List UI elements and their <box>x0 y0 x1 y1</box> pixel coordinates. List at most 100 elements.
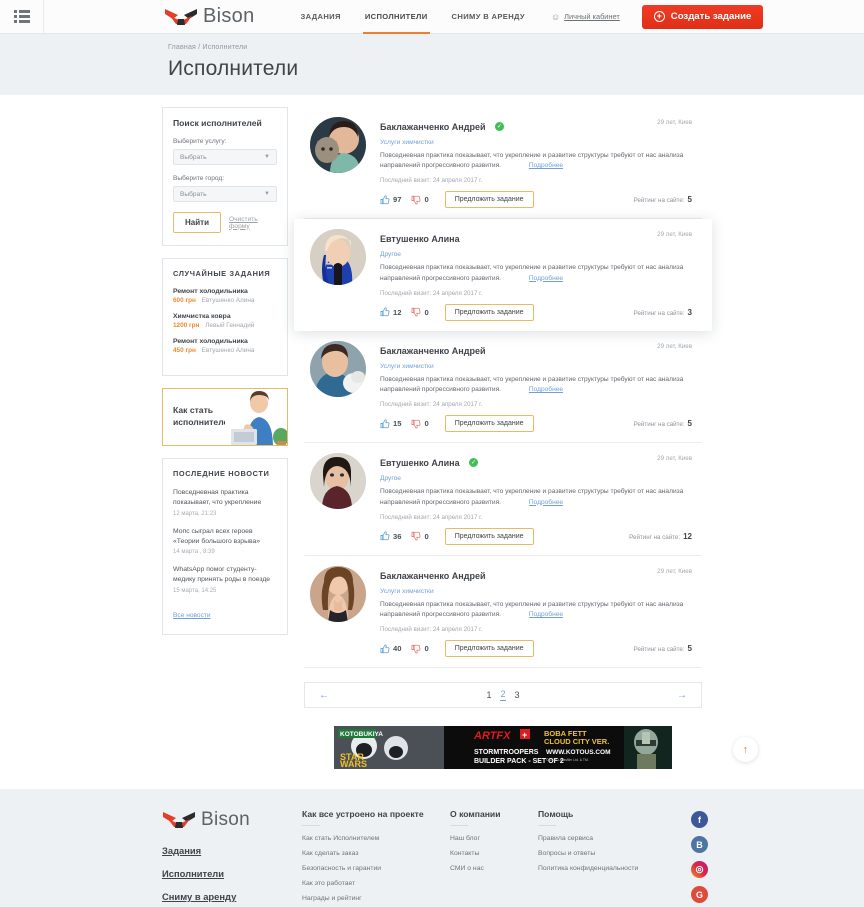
nav-item-performers[interactable]: ИСПОЛНИТЕЛИ <box>353 0 440 34</box>
footer-link[interactable]: Как это работает <box>302 880 450 887</box>
like-control[interactable]: 36 <box>380 531 401 541</box>
page-2[interactable]: 2 <box>500 689 506 702</box>
nav-item-rent[interactable]: СНИМУ В АРЕНДУ <box>440 0 537 34</box>
footer-logo[interactable]: Bison <box>162 809 302 831</box>
performer-card[interactable]: Баклажанченко Андрей 29 лет, Киев Услуги… <box>304 556 702 669</box>
performer-card[interactable]: Евтушенко Алина ✓ 29 лет, Киев Другое По… <box>304 443 702 556</box>
all-news-link[interactable]: Все новости <box>173 612 211 619</box>
personal-cabinet-link[interactable]: ☺ Личный кабинет <box>551 12 620 22</box>
become-performer-banner[interactable]: Как стать исполнителем? <box>162 388 288 446</box>
user-icon: ☺ <box>550 11 561 22</box>
performer-card[interactable]: Баклажанченко Андрей 29 лет, Киев Услуги… <box>304 331 702 444</box>
performer-last-visit: Последний визит: 24 апреля 2017 г. <box>380 626 483 634</box>
google-plus-icon[interactable]: G <box>691 886 708 904</box>
footer-link[interactable]: Политика конфиденциальности <box>538 865 686 872</box>
footer-link[interactable]: Наш блог <box>450 835 538 842</box>
site-logo[interactable]: Bison <box>164 5 255 28</box>
offer-task-button[interactable]: Предложить задание <box>444 415 534 433</box>
performer-category[interactable]: Услуги химчистки <box>380 363 692 370</box>
list-menu-icon[interactable] <box>0 0 44 34</box>
offer-task-button[interactable]: Предложить задание <box>444 191 534 209</box>
breadcrumb-home[interactable]: Главная <box>168 44 196 51</box>
clear-form-link[interactable]: Очистить форму <box>229 216 277 230</box>
footer-link[interactable]: Как стать Исполнителем <box>302 835 450 842</box>
more-link[interactable]: Подробнее <box>529 162 563 169</box>
footer-link-tasks[interactable]: Задания <box>162 845 302 856</box>
news-item-date: 12 марта, 21:23 <box>173 510 217 517</box>
dislike-control[interactable]: 0 <box>411 531 429 541</box>
dislike-count: 0 <box>424 195 429 205</box>
task-price: 1200 грн <box>173 322 200 329</box>
sidebar: Поиск исполнителей Выберите услугу: Выбр… <box>162 107 288 769</box>
more-link[interactable]: Подробнее <box>529 499 563 506</box>
performer-category[interactable]: Услуги химчистки <box>380 139 692 146</box>
like-control[interactable]: 40 <box>380 644 401 654</box>
more-link[interactable]: Подробнее <box>529 611 563 618</box>
footer-link[interactable]: Награды и рейтинг <box>302 895 450 902</box>
footer-link[interactable]: Как сделать заказ <box>302 850 450 857</box>
footer-link[interactable]: Вопросы и ответы <box>538 850 686 857</box>
random-task-item[interactable]: Химчистка ковра 1200 грн Левый Геннадий <box>173 313 277 329</box>
dislike-count: 0 <box>424 531 429 541</box>
page-title: Исполнители <box>168 57 299 80</box>
vk-icon[interactable]: B <box>691 836 708 854</box>
like-control[interactable]: 12 <box>380 307 401 317</box>
promo-illustration <box>225 389 287 445</box>
footer-link[interactable]: Правила сервиса <box>538 835 686 842</box>
create-task-button[interactable]: + Создать задание <box>641 4 764 29</box>
offer-task-button[interactable]: Предложить задание <box>444 303 534 321</box>
scroll-to-top-button[interactable]: ↑ <box>733 737 758 762</box>
random-task-item[interactable]: Ремонт холодильника 600 грн Евтушенко Ал… <box>173 288 277 304</box>
page-3[interactable]: 3 <box>515 690 520 700</box>
facebook-icon[interactable]: f <box>691 811 708 829</box>
performer-card[interactable]: Евтушенко Алина 29 лет, Киев Другое Повс… <box>294 219 712 331</box>
footer-link-performers[interactable]: Исполнители <box>162 868 302 879</box>
chevron-down-icon: ▼ <box>264 191 270 197</box>
performer-last-visit: Последний визит: 24 апреля 2017 г. <box>380 401 483 409</box>
news-item[interactable]: Повседневная практика показывает, что ук… <box>173 488 277 517</box>
footer-column-title: Помощь <box>538 809 686 826</box>
service-select[interactable]: Выбрать ▼ <box>173 149 277 165</box>
svg-text:WWW.KOTOUS.COM: WWW.KOTOUS.COM <box>546 749 611 756</box>
like-count: 40 <box>393 644 402 654</box>
more-link[interactable]: Подробнее <box>529 275 563 282</box>
arrow-right-icon[interactable]: → <box>677 690 687 701</box>
site-rating-value: 12 <box>683 531 692 541</box>
dislike-control[interactable]: 0 <box>411 419 429 429</box>
verified-badge-icon: ✓ <box>469 458 479 468</box>
performer-category[interactable]: Услуги химчистки <box>380 588 692 595</box>
news-item-title: Повседневная практика показывает, что ук… <box>173 489 262 506</box>
city-select[interactable]: Выбрать ▼ <box>173 186 277 202</box>
svg-text:© 2015 Lucasfilm Ltd. & TM.: © 2015 Lucasfilm Ltd. & TM. <box>546 758 589 762</box>
site-rating-value: 3 <box>687 307 692 317</box>
performer-category[interactable]: Другое <box>380 251 692 258</box>
performer-category[interactable]: Другое <box>380 475 692 482</box>
footer-link[interactable]: Безопасность и гарантии <box>302 865 450 872</box>
page-1[interactable]: 1 <box>486 690 491 700</box>
random-task-item[interactable]: Ремонт холодильника 450 грн Евтушенко Ал… <box>173 338 277 354</box>
like-control[interactable]: 15 <box>380 419 401 429</box>
news-item[interactable]: Мопс сыграл всех героев «Теории большого… <box>173 527 277 556</box>
dislike-control[interactable]: 0 <box>411 644 429 654</box>
performer-card[interactable]: Баклажанченко Андрей ✓ 29 лет, Киев Услу… <box>304 107 702 220</box>
instagram-icon[interactable]: ◎ <box>691 861 708 879</box>
nav-item-tasks[interactable]: ЗАДАНИЯ <box>289 0 353 34</box>
news-item[interactable]: WhatsApp помог студенту-медику принять р… <box>173 565 277 594</box>
site-rating-label: Рейтинг на сайте: <box>633 197 685 205</box>
offer-task-button[interactable]: Предложить задание <box>444 527 534 545</box>
footer-link-rent[interactable]: Сниму в аренду <box>162 891 302 902</box>
find-button[interactable]: Найти <box>173 212 221 233</box>
ad-banner[interactable]: KOTOBUKIYA STAR WARS ARTFX + BOBA FETT C… <box>334 726 672 770</box>
arrow-left-icon[interactable]: ← <box>319 690 329 701</box>
dislike-control[interactable]: 0 <box>411 307 429 317</box>
task-author: Евтушенко Алина <box>201 297 255 304</box>
footer-link[interactable]: СМИ о нас <box>450 865 538 872</box>
more-link[interactable]: Подробнее <box>529 386 563 393</box>
site-rating-value: 5 <box>687 419 692 429</box>
svg-text:WARS: WARS <box>340 759 367 769</box>
task-author: Евтушенко Алина <box>201 347 255 354</box>
offer-task-button[interactable]: Предложить задание <box>444 640 534 658</box>
dislike-control[interactable]: 0 <box>411 195 429 205</box>
like-control[interactable]: 97 <box>380 195 401 205</box>
footer-link[interactable]: Контакты <box>450 850 538 857</box>
